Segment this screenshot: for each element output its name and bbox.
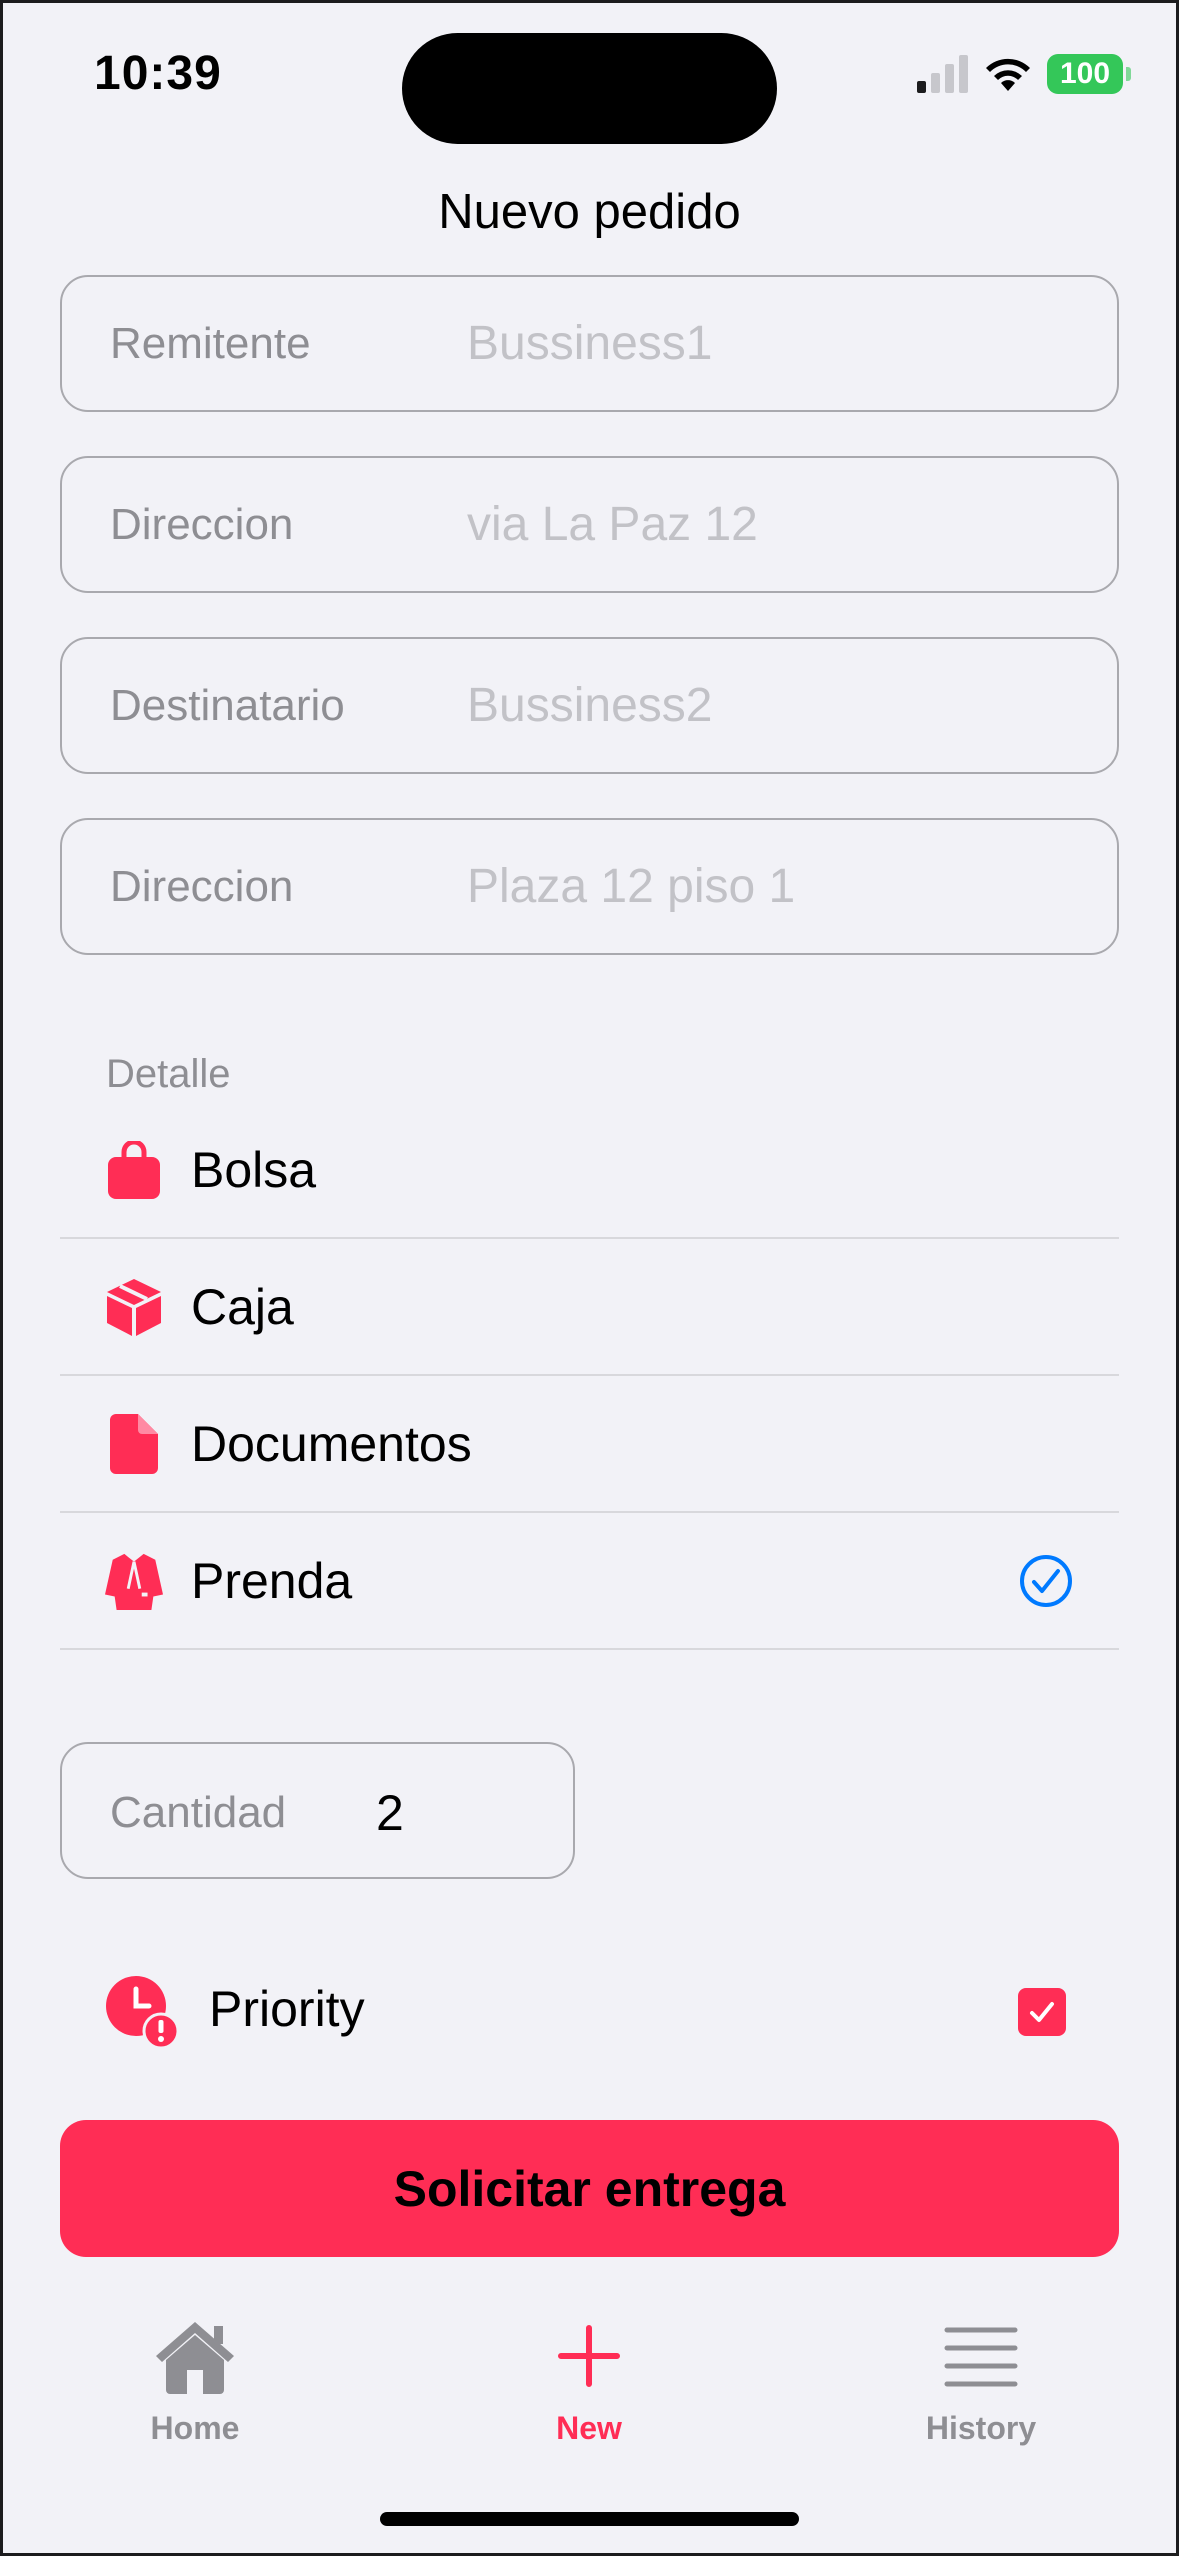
list-icon bbox=[936, 2316, 1026, 2396]
tab-label: History bbox=[925, 2410, 1037, 2446]
quantity-label: Cantidad bbox=[110, 1788, 287, 1837]
request-delivery-button[interactable]: Solicitar entrega bbox=[60, 2120, 1119, 2257]
tab-label: Home bbox=[150, 2410, 240, 2446]
recipient-input[interactable]: Bussiness2 bbox=[467, 678, 712, 733]
home-indicator[interactable] bbox=[380, 2512, 799, 2526]
detail-item-caja[interactable]: Caja bbox=[60, 1239, 1119, 1376]
jacket-icon bbox=[105, 1552, 163, 1610]
status-indicators: 100 bbox=[917, 54, 1131, 94]
tab-label: New bbox=[556, 2410, 622, 2446]
quantity-field[interactable]: Cantidad 2 bbox=[60, 1742, 575, 1879]
document-icon bbox=[105, 1413, 163, 1474]
priority-row[interactable]: Priority bbox=[60, 1950, 1119, 2070]
detail-section-header: Detalle bbox=[106, 1052, 231, 1096]
recipient-address-field[interactable]: Direccion Plaza 12 piso 1 bbox=[60, 818, 1119, 955]
detail-item-label: Documentos bbox=[191, 1415, 472, 1472]
detail-item-label: Prenda bbox=[191, 1552, 353, 1609]
detail-item-label: Bolsa bbox=[191, 1141, 317, 1198]
plus-icon bbox=[544, 2316, 634, 2396]
priority-label: Priority bbox=[209, 1981, 365, 2037]
sender-address-label: Direccion bbox=[110, 499, 294, 549]
detail-item-bolsa[interactable]: Bolsa bbox=[60, 1102, 1119, 1239]
house-icon bbox=[150, 2316, 240, 2396]
tab-home[interactable]: Home bbox=[65, 2316, 325, 2466]
sender-input[interactable]: Bussiness1 bbox=[467, 316, 712, 371]
battery-icon: 100 bbox=[1047, 54, 1131, 94]
checkmark-icon bbox=[1030, 2002, 1054, 2022]
sender-address-field[interactable]: Direccion via La Paz 12 bbox=[60, 456, 1119, 593]
battery-level: 100 bbox=[1059, 57, 1111, 90]
page-title: Nuevo pedido bbox=[438, 185, 741, 239]
detail-item-prenda[interactable]: Prenda bbox=[60, 1513, 1119, 1650]
cellular-signal-icon bbox=[917, 55, 968, 93]
detail-item-label: Caja bbox=[191, 1278, 294, 1335]
recipient-label: Destinatario bbox=[110, 680, 345, 730]
status-time: 10:39 bbox=[94, 47, 222, 100]
sender-label: Remitente bbox=[110, 318, 311, 368]
recipient-address-label: Direccion bbox=[110, 861, 294, 911]
quantity-input[interactable]: 2 bbox=[376, 1784, 404, 1842]
dynamic-island bbox=[402, 33, 777, 144]
sender-address-input[interactable]: via La Paz 12 bbox=[467, 497, 758, 552]
checkmark-circle-icon bbox=[1020, 1554, 1072, 1607]
recipient-address-input[interactable]: Plaza 12 piso 1 bbox=[467, 859, 795, 914]
recipient-field[interactable]: Destinatario Bussiness2 bbox=[60, 637, 1119, 774]
sender-field[interactable]: Remitente Bussiness1 bbox=[60, 275, 1119, 412]
tab-history[interactable]: History bbox=[851, 2316, 1111, 2466]
wifi-icon bbox=[986, 58, 1030, 91]
box-icon bbox=[105, 1278, 163, 1336]
tab-new[interactable]: New bbox=[459, 2316, 719, 2466]
bag-icon bbox=[105, 1140, 163, 1199]
clock-alert-icon bbox=[106, 1976, 179, 2049]
detail-item-documentos[interactable]: Documentos bbox=[60, 1376, 1119, 1513]
priority-checkbox[interactable] bbox=[1018, 1988, 1066, 2036]
